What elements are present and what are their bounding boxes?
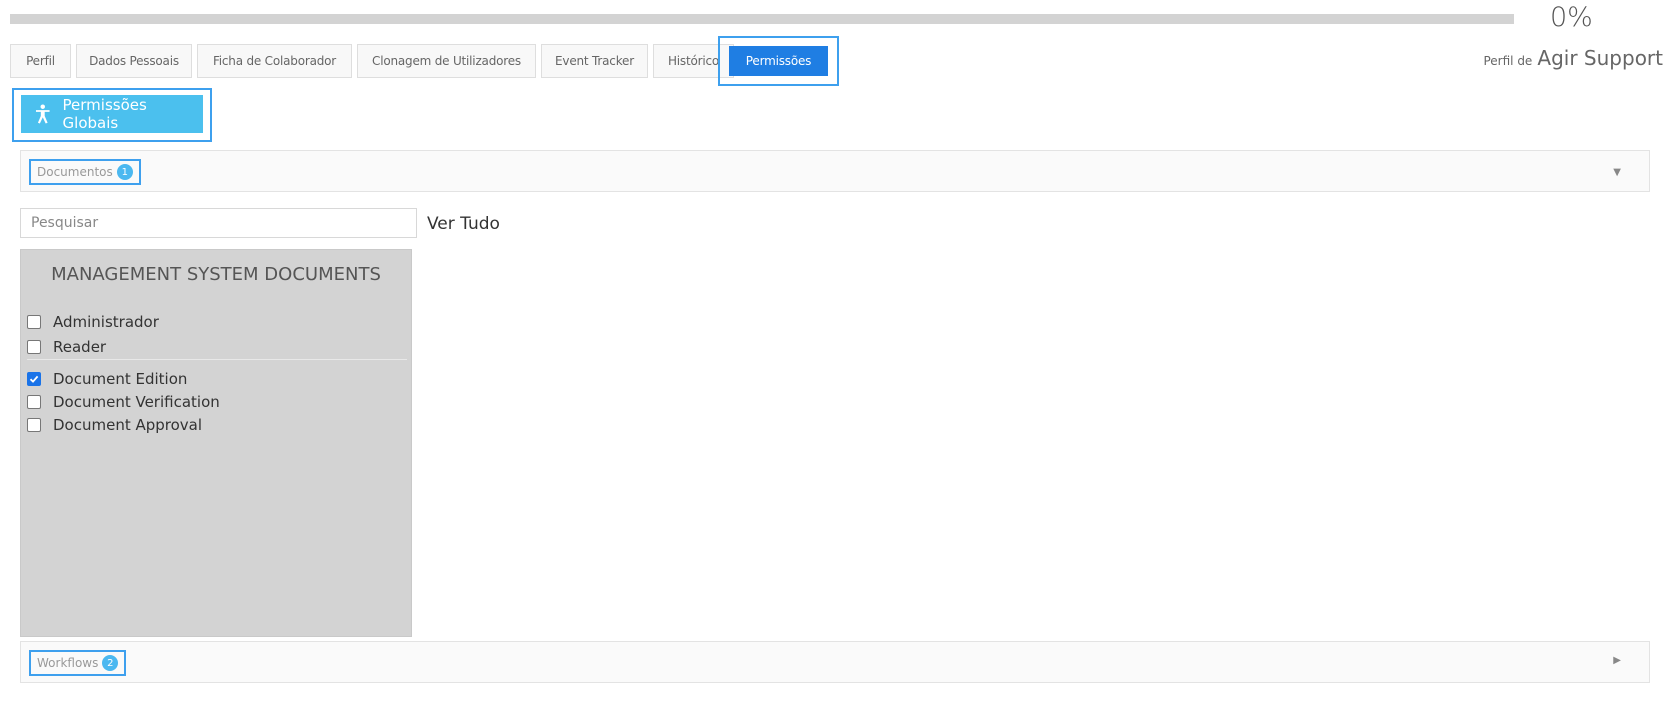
global-permissions-label: Permissões Globais bbox=[62, 96, 147, 132]
accessibility-icon bbox=[35, 104, 50, 124]
role-label: Administrador bbox=[53, 313, 159, 331]
documents-panel[interactable]: Documentos 1 ▼ bbox=[20, 150, 1650, 192]
documents-count-badge: 1 bbox=[116, 164, 133, 180]
global-permissions-button[interactable]: Permissões Globais bbox=[21, 95, 203, 133]
checkbox[interactable] bbox=[27, 315, 41, 329]
permission-label: Document Verification bbox=[53, 393, 220, 411]
caret-right-icon[interactable]: ▶ bbox=[1613, 655, 1621, 666]
permission-label: Document Approval bbox=[53, 416, 203, 434]
role-reader[interactable]: Reader bbox=[27, 337, 106, 357]
tab-dados-pessoais[interactable]: Dados Pessoais bbox=[76, 44, 192, 78]
tab-ficha-colaborador[interactable]: Ficha de Colaborador bbox=[197, 44, 352, 78]
caret-down-icon[interactable]: ▼ bbox=[1613, 167, 1621, 178]
global-permissions-highlight: Permissões Globais bbox=[12, 88, 212, 142]
checkmark-icon bbox=[29, 375, 39, 383]
role-administrador[interactable]: Administrador bbox=[27, 312, 159, 332]
management-system-documents-card: MANAGEMENT SYSTEM DOCUMENTS Administrado… bbox=[20, 249, 412, 637]
permission-label: Document Edition bbox=[53, 370, 188, 388]
workflows-count-badge: 2 bbox=[102, 655, 119, 671]
search-input[interactable] bbox=[20, 208, 417, 238]
see-all-link[interactable]: Ver Tudo bbox=[427, 214, 500, 234]
checkbox[interactable] bbox=[27, 340, 41, 354]
workflows-panel[interactable]: Workflows 2 ▶ bbox=[20, 641, 1650, 683]
permission-document-verification[interactable]: Document Verification bbox=[27, 392, 220, 412]
card-title: MANAGEMENT SYSTEM DOCUMENTS bbox=[51, 264, 381, 285]
progress-percent: 0% bbox=[1550, 2, 1593, 33]
profile-name: Agir Support bbox=[1537, 46, 1663, 70]
profile-progress-bar bbox=[10, 14, 1514, 24]
documents-panel-header[interactable]: Documentos 1 bbox=[29, 159, 141, 185]
divider bbox=[27, 359, 407, 360]
workflows-panel-header[interactable]: Workflows 2 bbox=[29, 650, 127, 676]
checkbox[interactable] bbox=[27, 395, 41, 409]
documents-panel-label: Documentos bbox=[37, 165, 113, 179]
checkbox-checked[interactable] bbox=[27, 372, 41, 386]
tab-event-tracker[interactable]: Event Tracker bbox=[541, 44, 648, 78]
tab-clonagem-utilizadores[interactable]: Clonagem de Utilizadores bbox=[357, 44, 536, 78]
profile-owner: Perfil de Agir Support bbox=[1483, 46, 1663, 70]
workflows-panel-label: Workflows bbox=[37, 656, 99, 670]
tab-permissoes[interactable]: Permissões bbox=[729, 46, 828, 76]
profile-prefix: Perfil de bbox=[1483, 54, 1533, 68]
permission-document-approval[interactable]: Document Approval bbox=[27, 415, 202, 435]
checkbox[interactable] bbox=[27, 418, 41, 432]
tab-perfil[interactable]: Perfil bbox=[10, 44, 71, 78]
permission-document-edition[interactable]: Document Edition bbox=[27, 369, 187, 389]
tab-permissoes-highlight: Permissões bbox=[718, 36, 839, 86]
role-label: Reader bbox=[53, 338, 107, 356]
